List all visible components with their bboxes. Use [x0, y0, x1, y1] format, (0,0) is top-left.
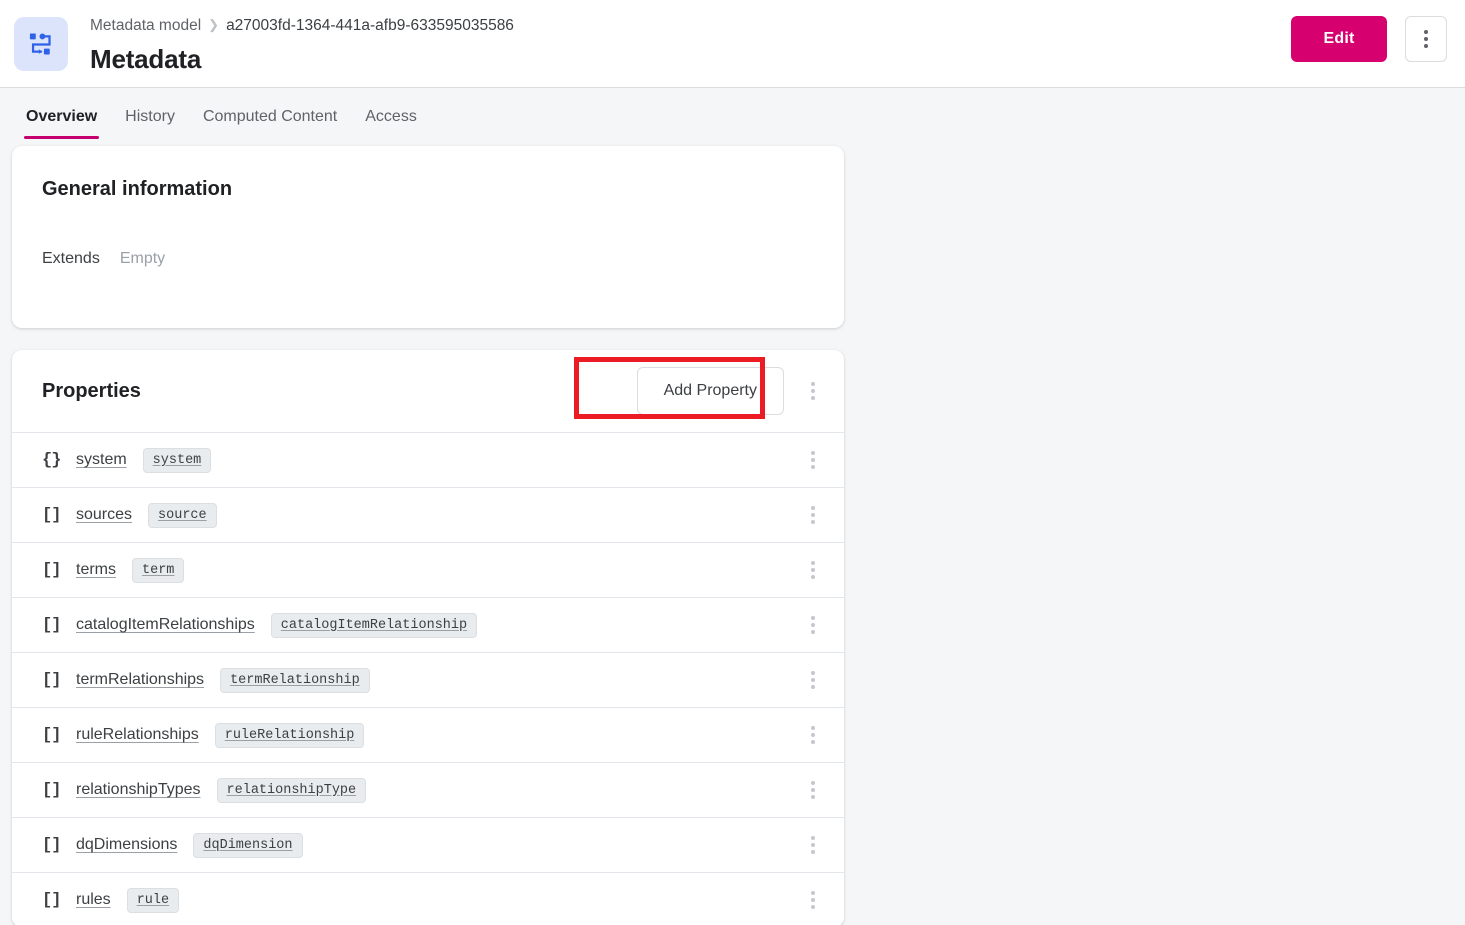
- add-property-button[interactable]: Add Property: [637, 367, 784, 415]
- tab-access[interactable]: Access: [351, 95, 431, 139]
- breadcrumb-parent-link[interactable]: Metadata model: [90, 16, 201, 36]
- table-row[interactable]: []relationshipTypes relationshipType: [12, 762, 844, 817]
- property-name-link[interactable]: ruleRelationships: [76, 726, 199, 744]
- properties-header: Properties Add Property: [12, 350, 844, 432]
- title-block: Metadata model ❯ a27003fd-1364-441a-afb9…: [90, 15, 514, 75]
- property-type-chip[interactable]: system: [143, 448, 212, 473]
- property-type-chip[interactable]: dqDimension: [193, 833, 302, 858]
- general-information-card: General information Extends Empty: [12, 146, 844, 328]
- header-actions: Edit: [1291, 16, 1447, 62]
- table-row[interactable]: []dqDimensions dqDimension: [12, 817, 844, 872]
- property-name-link[interactable]: terms: [76, 561, 116, 579]
- property-name-link[interactable]: rules: [76, 891, 111, 909]
- property-name-link[interactable]: termRelationships: [76, 671, 204, 689]
- chevron-right-icon: ❯: [208, 15, 219, 35]
- property-type-glyph-icon: []: [42, 616, 76, 635]
- kebab-menu-icon: [811, 506, 815, 524]
- properties-header-actions: Add Property: [637, 367, 826, 415]
- property-type-glyph-icon: []: [42, 836, 76, 855]
- tab-overview-label: Overview: [26, 108, 97, 126]
- extends-row: Extends Empty: [42, 250, 814, 268]
- kebab-menu-icon: [811, 781, 815, 799]
- properties-list: {}systemsystem[]sourcessource[]termsterm…: [12, 432, 844, 925]
- tab-bar: Overview History Computed Content Access: [0, 88, 1465, 146]
- tab-access-label: Access: [365, 108, 417, 126]
- kebab-menu-icon: [811, 561, 815, 579]
- properties-overflow-menu-button[interactable]: [800, 371, 826, 411]
- metadata-model-icon: [14, 17, 68, 71]
- breadcrumb: Metadata model ❯ a27003fd-1364-441a-afb9…: [90, 16, 514, 36]
- properties-card: Properties Add Property {}systemsystem[]…: [12, 350, 844, 925]
- row-overflow-menu-button[interactable]: [800, 495, 826, 535]
- row-overflow-menu-button[interactable]: [800, 825, 826, 865]
- property-type-chip[interactable]: ruleRelationship: [215, 723, 365, 748]
- row-overflow-menu-button[interactable]: [800, 550, 826, 590]
- tab-computed-content[interactable]: Computed Content: [189, 95, 351, 139]
- property-type-chip[interactable]: termRelationship: [220, 668, 370, 693]
- breadcrumb-current-id: a27003fd-1364-441a-afb9-633595035586: [226, 16, 514, 36]
- table-row[interactable]: []terms term: [12, 542, 844, 597]
- kebab-menu-icon: [811, 891, 815, 909]
- table-row[interactable]: {}systemsystem: [12, 432, 844, 487]
- row-overflow-menu-button[interactable]: [800, 770, 826, 810]
- kebab-menu-icon: [1424, 30, 1428, 48]
- property-type-chip[interactable]: catalogItemRelationship: [271, 613, 477, 638]
- property-name-link[interactable]: catalogItemRelationships: [76, 616, 255, 634]
- property-type-glyph-icon: []: [42, 671, 76, 690]
- property-type-glyph-icon: []: [42, 726, 76, 745]
- row-overflow-menu-button[interactable]: [800, 715, 826, 755]
- property-name-link[interactable]: sources: [76, 506, 132, 524]
- row-overflow-menu-button[interactable]: [800, 660, 826, 700]
- edit-button[interactable]: Edit: [1291, 16, 1387, 62]
- kebab-menu-icon: [811, 726, 815, 744]
- property-type-chip[interactable]: term: [132, 558, 184, 583]
- table-row[interactable]: []rules rule: [12, 872, 844, 925]
- general-information-heading: General information: [42, 176, 814, 202]
- extends-value: Empty: [120, 250, 165, 268]
- extends-label: Extends: [42, 250, 100, 268]
- kebab-menu-icon: [811, 616, 815, 634]
- table-row[interactable]: []catalogItemRelationships catalogItemRel…: [12, 597, 844, 652]
- tab-overview[interactable]: Overview: [12, 95, 111, 139]
- tab-history[interactable]: History: [111, 95, 189, 139]
- table-row[interactable]: []ruleRelationships ruleRelationship: [12, 707, 844, 762]
- row-overflow-menu-button[interactable]: [800, 880, 826, 920]
- app-header: Metadata model ❯ a27003fd-1364-441a-afb9…: [0, 0, 1465, 88]
- property-name-link[interactable]: system: [76, 451, 127, 469]
- row-overflow-menu-button[interactable]: [800, 605, 826, 645]
- header-overflow-menu-button[interactable]: [1405, 16, 1447, 62]
- main-content: General information Extends Empty Proper…: [0, 146, 1465, 925]
- property-type-chip[interactable]: rule: [127, 888, 179, 913]
- row-overflow-menu-button[interactable]: [800, 440, 826, 480]
- property-name-link[interactable]: relationshipTypes: [76, 781, 201, 799]
- kebab-menu-icon: [811, 382, 815, 400]
- property-type-chip[interactable]: source: [148, 503, 217, 528]
- page-title: Metadata: [90, 43, 514, 75]
- tab-computed-content-label: Computed Content: [203, 108, 337, 126]
- table-row[interactable]: []termRelationships termRelationship: [12, 652, 844, 707]
- property-type-glyph-icon: {}: [42, 451, 76, 470]
- table-row[interactable]: []sources source: [12, 487, 844, 542]
- property-type-glyph-icon: []: [42, 561, 76, 580]
- property-name-link[interactable]: dqDimensions: [76, 836, 177, 854]
- property-type-glyph-icon: []: [42, 781, 76, 800]
- property-type-chip[interactable]: relationshipType: [217, 778, 367, 803]
- property-type-glyph-icon: []: [42, 891, 76, 910]
- kebab-menu-icon: [811, 451, 815, 469]
- property-type-glyph-icon: []: [42, 506, 76, 525]
- tab-history-label: History: [125, 108, 175, 126]
- properties-heading: Properties: [42, 380, 141, 403]
- kebab-menu-icon: [811, 671, 815, 689]
- kebab-menu-icon: [811, 836, 815, 854]
